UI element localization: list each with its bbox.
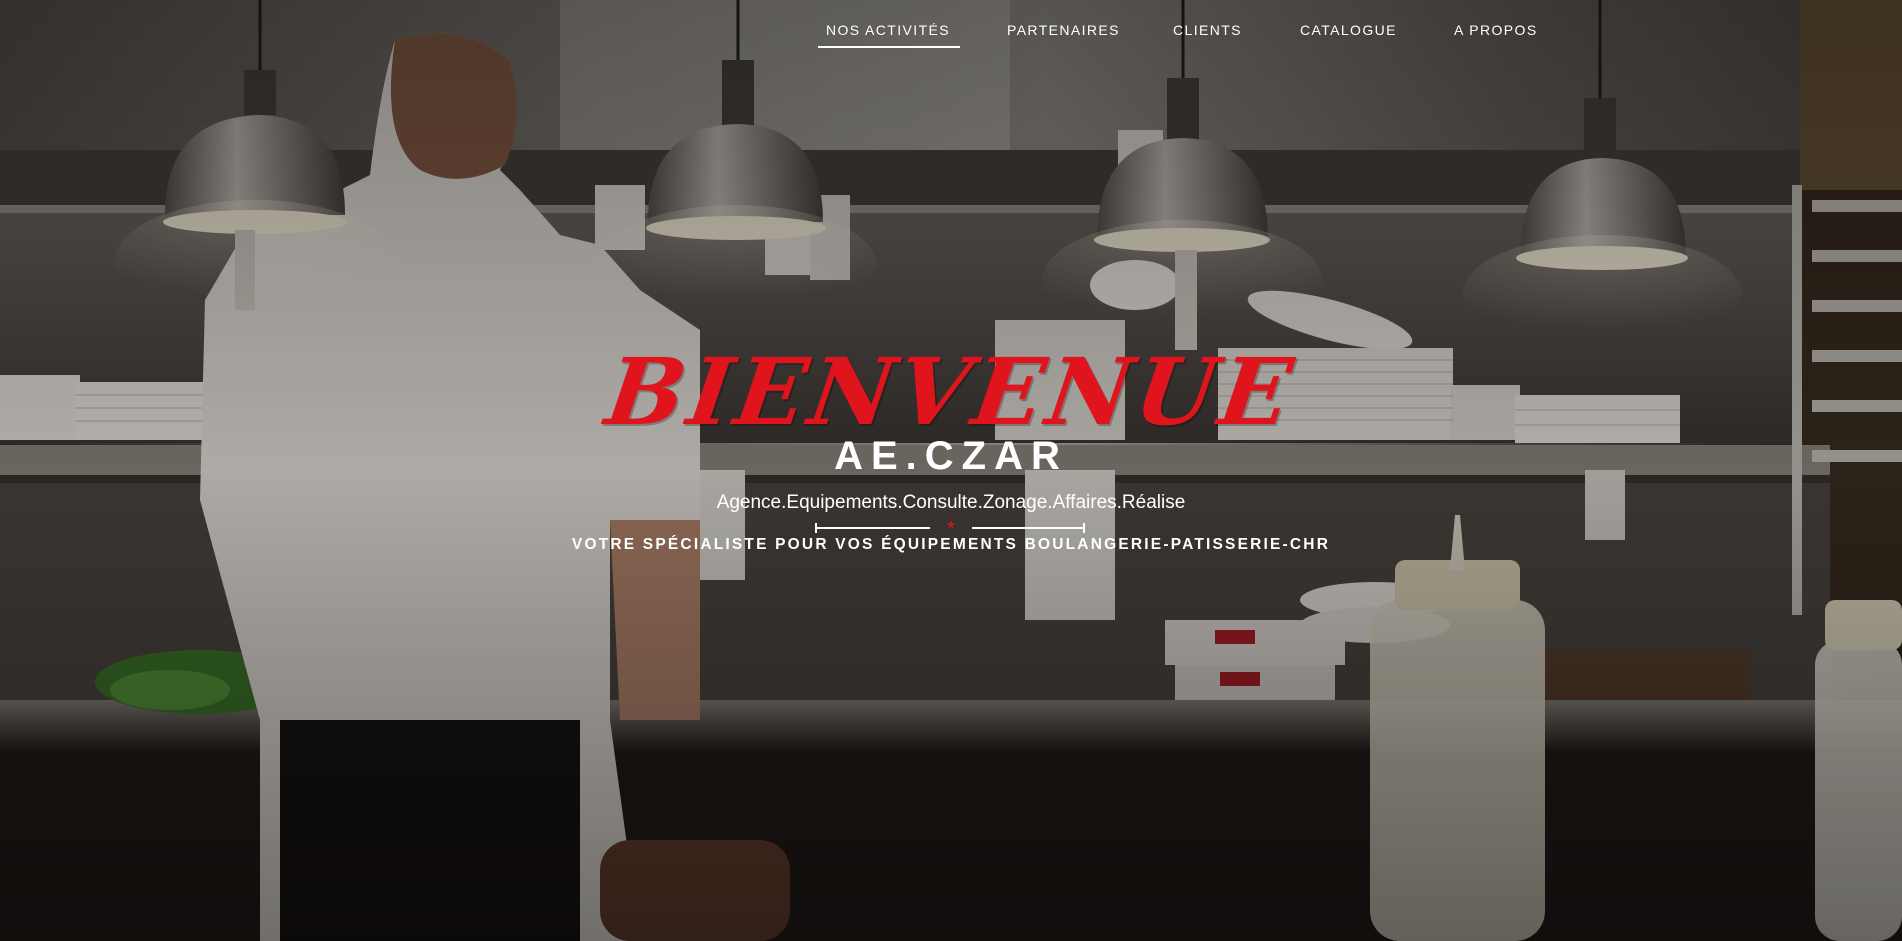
divider-star-icon: *	[947, 520, 955, 536]
hero-tagline: VOTRE SPÉCIALISTE POUR VOS ÉQUIPEMENTS B…	[571, 536, 1331, 553]
decorative-divider: *	[812, 518, 1088, 540]
hero-section: Bienvenue AE.CZAR Agence.Equipements.Con…	[0, 0, 1902, 941]
brand-name: AE.CZAR	[834, 434, 1068, 478]
brand-acronym-subtitle: Agence.Equipements.Consulte.Zonage.Affai…	[716, 492, 1186, 513]
welcome-heading: Bienvenue	[599, 338, 1303, 446]
